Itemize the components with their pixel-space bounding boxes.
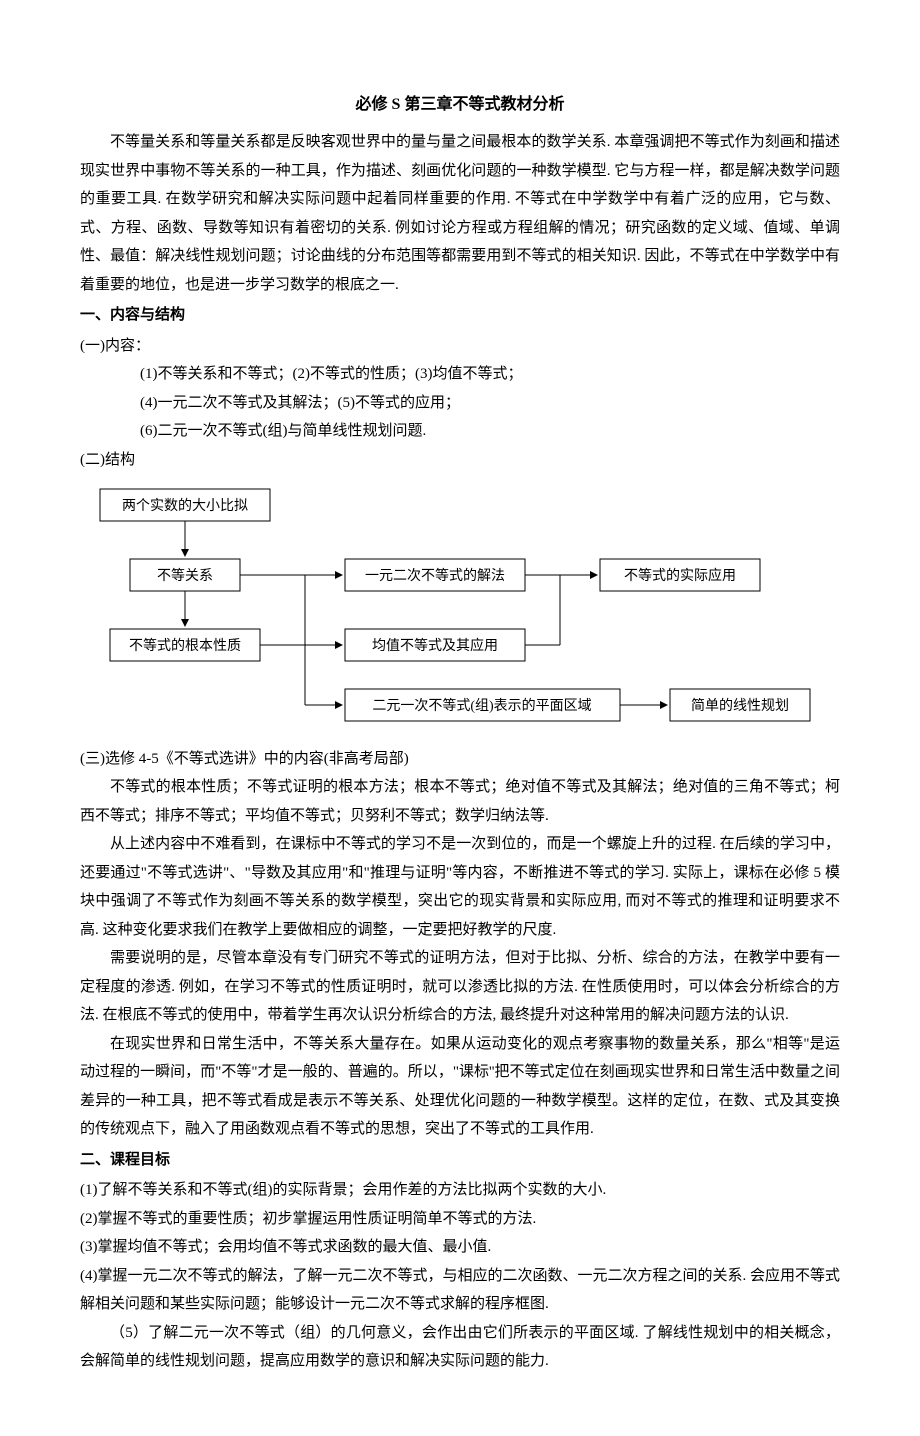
diagram-box-relation: 不等关系 [157, 567, 213, 584]
doc-title: 必修 S 第三章不等式教材分析 [80, 90, 840, 120]
section-1-sub2: (二)结构 [80, 446, 840, 475]
section-1-sub3: (三)选修 4-5《不等式选讲》中的内容(非高考局部) [80, 745, 840, 774]
goal-5: （5）了解二元一次不等式（组）的几何意义，会作出由它们所表示的平面区域. 了解线… [80, 1319, 840, 1376]
elective-content: 不等式的根本性质；不等式证明的根本方法；根本不等式；绝对值不等式及其解法；绝对值… [80, 773, 840, 830]
goal-2: (2)掌握不等式的重要性质；初步掌握运用性质证明简单不等式的方法. [80, 1205, 840, 1234]
diagram-box-mean: 均值不等式及其应用 [372, 637, 498, 654]
content-item-1: (1)不等关系和不等式；(2)不等式的性质；(3)均值不等式； [80, 360, 840, 389]
content-item-3: (6)二元一次不等式(组)与简单线性规划问题. [80, 417, 840, 446]
analysis-p2: 从上述内容中不难看到，在课标中不等式的学习不是一次到位的，而是一个螺旋上升的过程… [80, 830, 840, 944]
goal-1: (1)了解不等关系和不等式(组)的实际背景；会用作差的方法比拟两个实数的大小. [80, 1176, 840, 1205]
analysis-p4: 在现实世界和日常生活中，不等关系大量存在。如果从运动变化的观点考察事物的数量关系… [80, 1030, 840, 1144]
diagram-box-quadratic: 一元二次不等式的解法 [365, 567, 505, 584]
diagram-box-binary: 二元一次不等式(组)表示的平面区域 [372, 697, 591, 714]
goal-4: (4)掌握一元二次不等式的解法，了解一元二次不等式，与相应的二次函数、一元二次方… [80, 1262, 840, 1319]
section-1-sub1: (一)内容： [80, 332, 840, 361]
section-1-heading: 一、内容与结构 [80, 301, 840, 330]
intro-paragraph: 不等量关系和等量关系都是反映客观世界中的量与量之间最根本的数学关系. 本章强调把… [80, 128, 840, 299]
diagram-box-application: 不等式的实际应用 [624, 567, 736, 584]
diagram-box-basic-property: 不等式的根本性质 [129, 637, 241, 654]
section-2-heading: 二、课程目标 [80, 1146, 840, 1175]
content-item-2: (4)一元二次不等式及其解法；(5)不等式的应用； [80, 389, 840, 418]
diagram-box-linear-prog: 简单的线性规划 [691, 697, 789, 714]
analysis-p3: 需要说明的是，尽管本章没有专门研究不等式的证明方法，但对于比拟、分析、综合的方法… [80, 944, 840, 1030]
structure-diagram: 两个实数的大小比拟 不等关系 不等式的根本性质 一元二次不等式的解法 不等式的实… [90, 484, 840, 735]
diagram-box-compare: 两个实数的大小比拟 [122, 498, 248, 514]
goal-3: (3)掌握均值不等式；会用均值不等式求函数的最大值、最小值. [80, 1233, 840, 1262]
